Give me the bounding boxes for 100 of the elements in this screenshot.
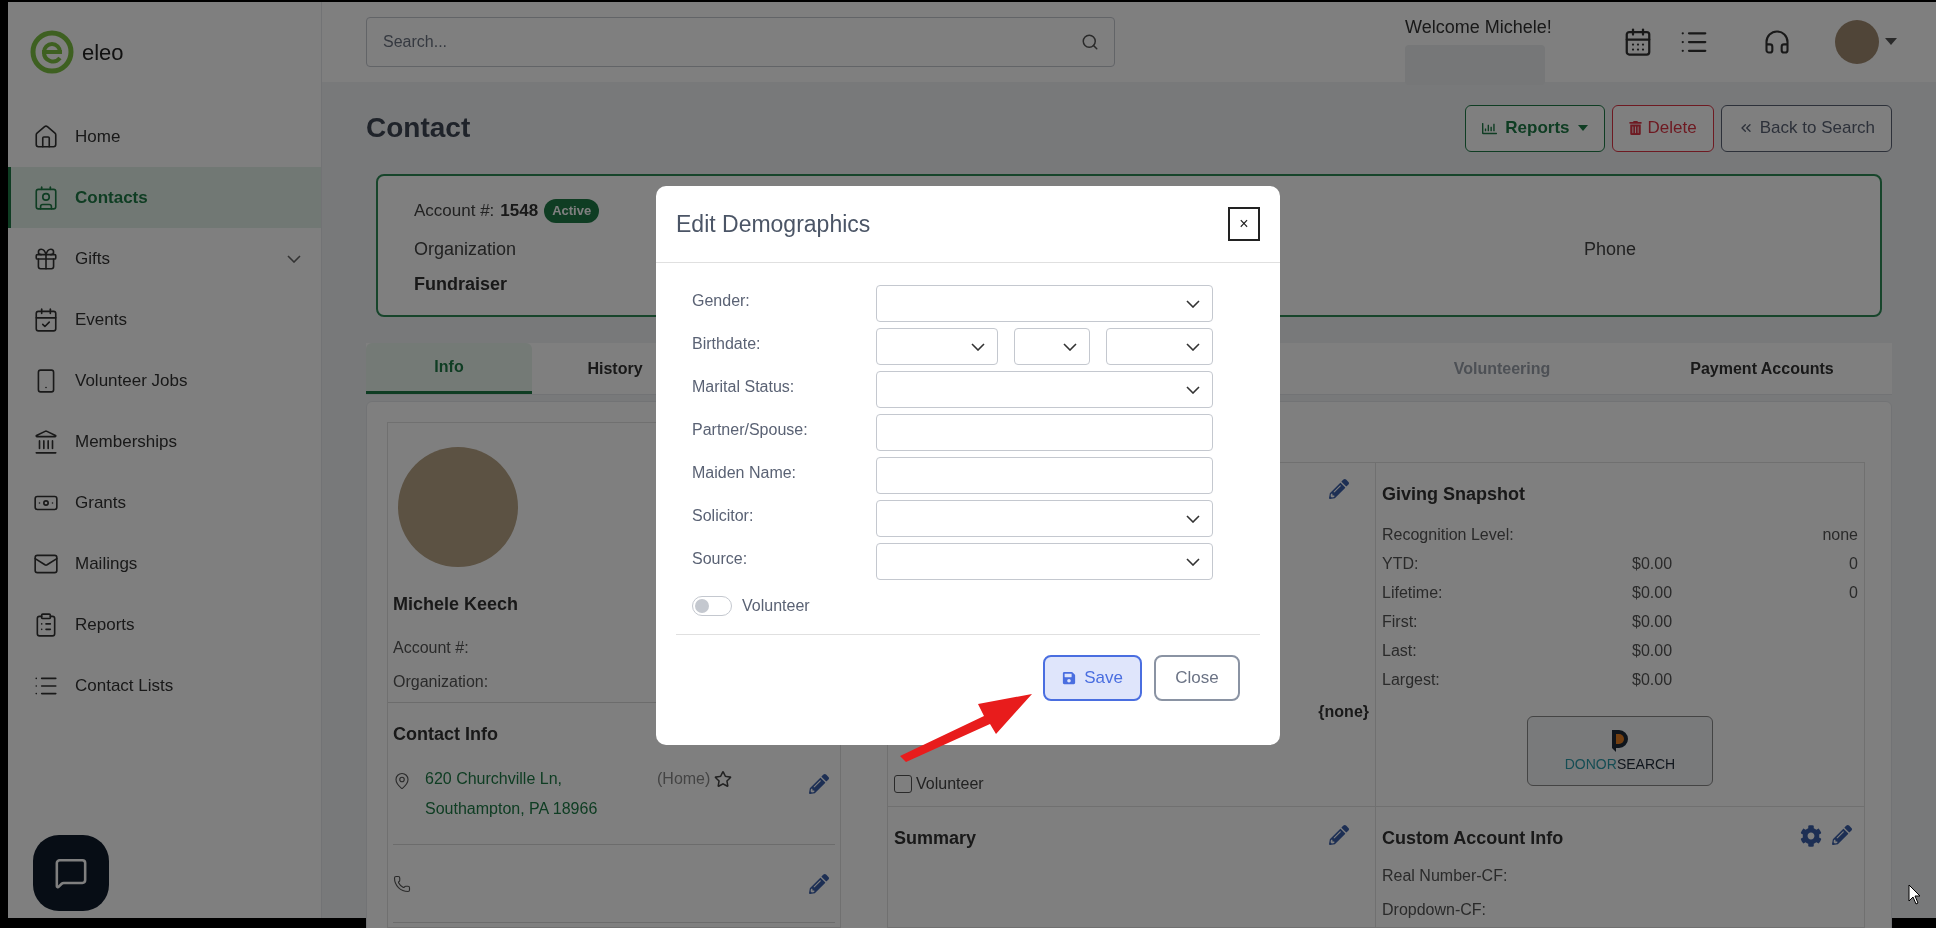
toggle-switch[interactable] — [692, 596, 732, 616]
page-title: Contact — [366, 111, 472, 145]
chevron-down-icon — [1186, 557, 1200, 566]
stat-value: none — [1822, 524, 1858, 545]
phone-icon — [393, 874, 411, 893]
stat-amount: $0.00 — [1632, 553, 1674, 574]
sidebar-item[interactable]: Home — [8, 106, 321, 167]
sidebar-item[interactable]: Reports — [8, 594, 321, 655]
logo-icon — [1610, 727, 1630, 752]
calendar-check-icon — [33, 306, 59, 333]
house-icon — [33, 123, 59, 150]
checkbox[interactable] — [894, 775, 912, 793]
stat-count: 0 — [1849, 553, 1858, 574]
field-label: Partner/Spouse: — [692, 419, 809, 440]
chevron-down-icon — [1186, 299, 1200, 308]
section-title: Summary — [894, 827, 978, 850]
caret-icon[interactable] — [1885, 38, 1897, 46]
field-label: Real Number-CF: — [1382, 866, 1509, 886]
chevron-down-icon — [1186, 385, 1200, 394]
pencil-icon[interactable] — [809, 774, 829, 794]
address-line[interactable]: 620 Churchville Ln, — [425, 764, 657, 794]
chat-bubble-icon — [54, 856, 88, 890]
text-field[interactable] — [876, 457, 1213, 494]
map-pin-icon — [393, 772, 411, 790]
select-field[interactable] — [876, 543, 1213, 580]
toggle-label: Volunteer — [742, 596, 810, 616]
pencil-icon[interactable] — [1329, 479, 1349, 499]
search-icon[interactable] — [1081, 33, 1099, 51]
tab[interactable]: Payment Accounts — [1632, 343, 1892, 394]
calendar-icon[interactable] — [1623, 27, 1653, 57]
bank-building-icon — [33, 428, 59, 455]
stat-amount: $0.00 — [1632, 611, 1674, 632]
select-field[interactable] — [876, 285, 1213, 322]
donorsearch-button[interactable]: DONORSEARCH — [1527, 716, 1713, 786]
select-field[interactable] — [876, 328, 998, 365]
close-button[interactable]: × — [1228, 207, 1260, 241]
field-label: Organization: — [393, 672, 490, 692]
tab[interactable]: Info — [366, 343, 532, 394]
pencil-icon[interactable] — [1832, 825, 1852, 845]
stat-label: Lifetime: — [1382, 582, 1444, 603]
caret-icon — [1577, 125, 1588, 131]
sidebar-item[interactable]: Contacts — [8, 167, 321, 228]
save-button[interactable]: Save — [1043, 655, 1142, 701]
welcome-text: Welcome Michele! — [1405, 16, 1553, 39]
stat-label: Largest: — [1382, 669, 1441, 690]
close-button[interactable]: Close — [1154, 655, 1240, 701]
sidebar-item[interactable]: Mailings — [8, 533, 321, 594]
field-label: Source: — [692, 548, 749, 569]
sidebar-item[interactable]: Gifts — [8, 228, 321, 289]
select-field[interactable] — [876, 371, 1213, 408]
chevron-down-icon — [287, 254, 301, 263]
contact-name: Michele Keech — [393, 593, 519, 616]
field-label: Account #: — [393, 638, 470, 658]
chat-button[interactable] — [33, 835, 109, 911]
address-line[interactable]: Southampton, PA 18966 — [425, 794, 657, 824]
sidebar-item[interactable]: Memberships — [8, 411, 321, 472]
field-label: Organization — [414, 237, 518, 261]
reports-dropdown-button[interactable]: Reports — [1465, 104, 1605, 152]
pencil-icon[interactable] — [809, 873, 829, 894]
mouse-cursor-icon — [1908, 884, 1922, 906]
checkbox-label: Volunteer — [916, 774, 984, 794]
pencil-icon[interactable] — [1329, 825, 1349, 845]
user-avatar[interactable] — [1835, 20, 1879, 64]
select-field[interactable] — [1106, 328, 1213, 365]
sidebar-item[interactable]: Grants — [8, 472, 321, 533]
field-label: Solicitor: — [692, 505, 755, 526]
stat-amount: $0.00 — [1632, 640, 1674, 661]
section-title: Custom Account Info — [1382, 827, 1565, 850]
back-button[interactable]: Back to Search — [1720, 104, 1892, 152]
text-field[interactable] — [876, 414, 1213, 451]
status-badge: Active — [544, 199, 600, 223]
sidebar-item[interactable]: Contact Lists — [8, 655, 321, 716]
select-field[interactable] — [1014, 328, 1090, 365]
modal-title: Edit Demographics — [676, 209, 872, 239]
section-title: Contact Info — [393, 723, 499, 746]
logo-text: DONORSEARCH — [1564, 754, 1676, 774]
brand-name: eleo — [82, 38, 124, 67]
select-field[interactable] — [876, 500, 1213, 537]
stat-label: First: — [1382, 611, 1419, 632]
field-label: Marital Status: — [692, 376, 796, 397]
delete-button[interactable]: Delete — [1611, 104, 1714, 152]
chevron-down-icon — [1186, 342, 1200, 351]
stat-amount: $0.00 — [1632, 582, 1674, 603]
sidebar-item[interactable]: Volunteer Jobs — [8, 350, 321, 411]
headset-icon[interactable] — [1763, 28, 1791, 56]
gift-icon — [33, 245, 59, 272]
field-value: Fundraiser — [414, 272, 509, 296]
star-icon[interactable] — [714, 770, 733, 788]
contact-card-icon — [33, 184, 59, 211]
field-label: Maiden Name: — [692, 462, 798, 483]
chart-icon — [1482, 120, 1498, 136]
field-value: {none} — [1318, 702, 1369, 722]
search-field[interactable]: Search... — [366, 17, 1115, 67]
settings-icon[interactable] — [1800, 825, 1822, 847]
sidebar-item[interactable]: Events — [8, 289, 321, 350]
field-label: Gender: — [692, 290, 751, 311]
chevron-down-icon — [1063, 342, 1077, 351]
field-label: Birthdate: — [692, 333, 762, 354]
logo-icon — [30, 30, 74, 74]
stat-count: 0 — [1849, 582, 1858, 603]
